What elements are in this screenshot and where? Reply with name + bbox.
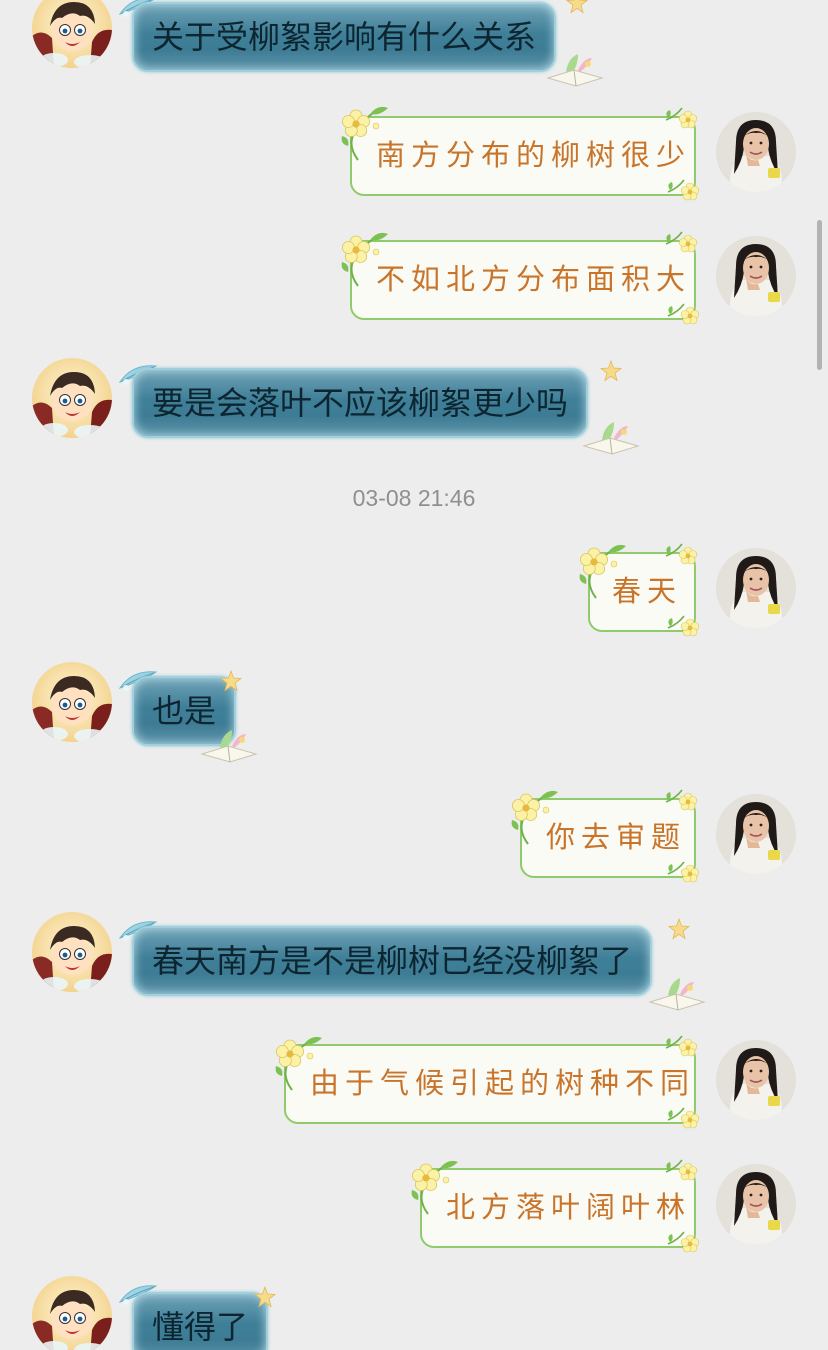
small-flower-decoration-icon: [664, 176, 704, 206]
my-avatar[interactable]: [716, 548, 796, 628]
friend-message-bubble[interactable]: 春天南方是不是柳树已经没柳絮了: [132, 926, 653, 996]
flower-vine-decoration-icon: [404, 1154, 462, 1216]
my-avatar[interactable]: [716, 1164, 796, 1244]
star-decoration-icon: [219, 669, 243, 692]
friend-message-bubble[interactable]: 要是会落叶不应该柳絮更少吗: [132, 368, 589, 438]
small-flower-decoration-icon: [664, 1228, 704, 1258]
friend-avatar[interactable]: [32, 358, 112, 438]
friend-message-bubble[interactable]: 懂得了: [132, 1292, 269, 1350]
flower-vine-decoration-icon: [268, 1030, 326, 1092]
my-message-bubble[interactable]: 由于气候引起的树种不同: [284, 1044, 696, 1124]
my-avatar[interactable]: [716, 112, 796, 192]
friend-avatar[interactable]: [32, 662, 112, 742]
my-avatar[interactable]: [716, 236, 796, 316]
star-decoration-icon: [565, 0, 589, 14]
book-decoration-icon: [198, 726, 260, 764]
small-flower-decoration-icon: [664, 1104, 704, 1134]
star-decoration-icon: [599, 359, 623, 382]
small-flower-decoration-icon: [662, 540, 702, 570]
book-decoration-icon: [544, 50, 606, 88]
book-decoration-icon: [646, 974, 708, 1012]
small-flower-decoration-icon: [664, 300, 704, 330]
star-decoration-icon: [253, 1285, 277, 1308]
scrollbar[interactable]: [817, 220, 822, 370]
small-flower-decoration-icon: [664, 612, 704, 642]
flower-vine-decoration-icon: [504, 784, 562, 846]
small-flower-decoration-icon: [662, 228, 702, 258]
flower-vine-decoration-icon: [572, 538, 630, 600]
small-flower-decoration-icon: [664, 858, 704, 888]
friend-avatar[interactable]: [32, 912, 112, 992]
small-flower-decoration-icon: [662, 104, 702, 134]
small-flower-decoration-icon: [662, 1032, 702, 1062]
flower-vine-decoration-icon: [334, 226, 392, 288]
flower-vine-decoration-icon: [334, 100, 392, 162]
my-message-bubble[interactable]: 南方分布的柳树很少: [350, 116, 696, 196]
book-decoration-icon: [580, 418, 642, 456]
my-avatar[interactable]: [716, 1040, 796, 1120]
my-avatar[interactable]: [716, 794, 796, 874]
friend-message-bubble[interactable]: 关于受柳絮影响有什么关系: [132, 2, 557, 72]
small-flower-decoration-icon: [662, 1156, 702, 1186]
message-timestamp: 03-08 21:46: [352, 485, 476, 511]
small-flower-decoration-icon: [662, 786, 702, 816]
friend-avatar[interactable]: [32, 1276, 112, 1350]
star-decoration-icon: [667, 917, 691, 940]
my-message-bubble[interactable]: 不如北方分布面积大: [350, 240, 696, 320]
friend-avatar[interactable]: [32, 0, 112, 68]
chat-message-list[interactable]: 关于受柳絮影响有什么关系 南方分布的柳树很少 不如北方分布面积大 要是会落叶不应…: [0, 0, 828, 1350]
